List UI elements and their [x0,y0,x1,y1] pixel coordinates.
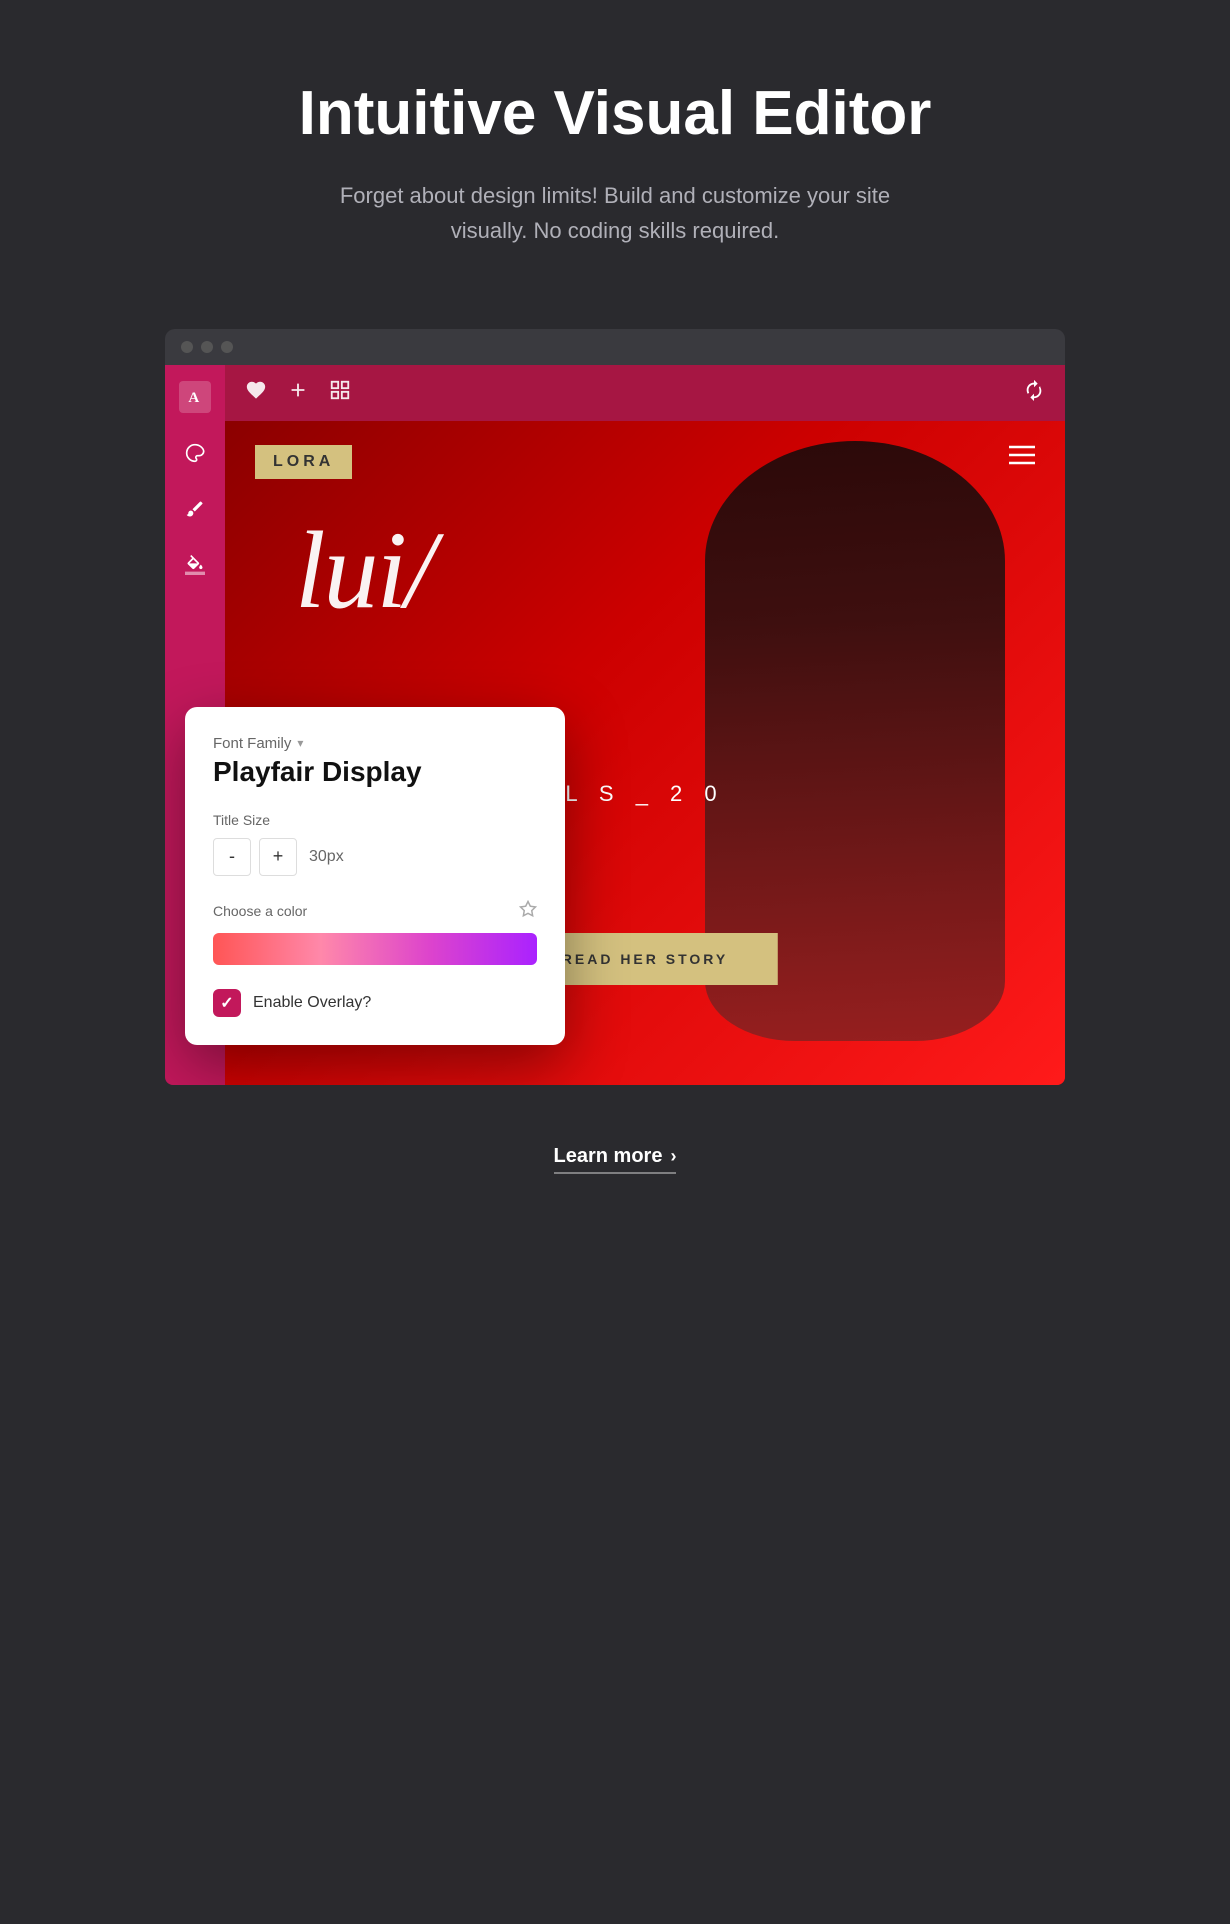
size-decrease-button[interactable]: - [213,838,251,876]
learn-more-link[interactable]: Learn more › [554,1145,677,1174]
sidebar-text-icon[interactable]: A [179,381,211,413]
editor-container: A [165,365,1065,1085]
sidebar-fill-icon[interactable] [179,549,211,581]
hero-title: Intuitive Visual Editor [299,80,932,148]
toolbar-refresh-icon[interactable] [1023,379,1045,407]
browser-chrome [165,329,1065,365]
editor-showcase: A [165,329,1065,1085]
panel-size-row: - + 30px [213,838,537,876]
panel-title-size-label: Title Size [213,812,537,828]
toolbar-grid-icon[interactable] [329,379,351,407]
size-value: 30px [309,848,344,866]
learn-more-arrow-icon: › [670,1146,676,1167]
sidebar-brush-icon[interactable] [179,493,211,525]
sidebar-color-icon[interactable] [179,437,211,469]
browser-dot-2 [201,341,213,353]
preview-script-text: lui/ [295,521,434,620]
panel-font-name: Playfair Display [213,756,537,788]
color-picker-icon[interactable] [519,900,537,923]
panel-overlay-row: ✓ Enable Overlay? [213,989,537,1017]
learn-more-label: Learn more [554,1145,663,1168]
checkmark-icon: ✓ [220,993,233,1013]
overlay-checkbox[interactable]: ✓ [213,989,241,1017]
color-gradient-bar[interactable] [213,933,537,965]
toolbar-plus-icon[interactable] [287,379,309,407]
toolbar-heart-icon[interactable] [245,379,267,407]
editor-toolbar [225,365,1065,421]
hero-subtitle: Forget about design limits! Build and cu… [315,178,915,248]
hero-section: Intuitive Visual Editor Forget about des… [259,0,972,289]
learn-more-section: Learn more › [554,1145,677,1174]
font-family-dropdown-arrow[interactable]: ▾ [297,736,303,750]
size-increase-button[interactable]: + [259,838,297,876]
panel-font-family-label: Font Family ▾ [213,735,537,752]
preview-logo: LORA [255,445,352,479]
editor-panel: Font Family ▾ Playfair Display Title Siz… [185,707,565,1045]
panel-color-label: Choose a color [213,900,537,923]
svg-text:A: A [188,390,199,406]
browser-dot-1 [181,341,193,353]
browser-dot-3 [221,341,233,353]
preview-hamburger-icon[interactable] [1009,445,1035,471]
overlay-label: Enable Overlay? [253,994,371,1012]
